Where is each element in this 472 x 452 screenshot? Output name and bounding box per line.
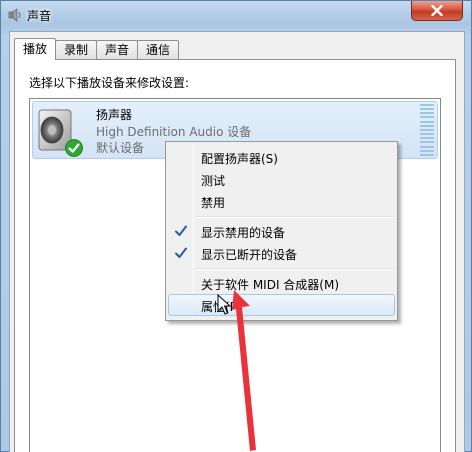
menu-item-properties[interactable]: 属性(P)	[168, 294, 395, 316]
tab-communications[interactable]: 通信	[137, 40, 180, 60]
checkmark-icon	[173, 223, 189, 239]
menu-item-show-disconnected-devices[interactable]: 显示已断开的设备	[168, 242, 395, 264]
sound-app-icon	[7, 7, 23, 23]
menu-separator	[196, 216, 394, 218]
close-icon	[431, 5, 443, 16]
menu-item-configure-speakers[interactable]: 配置扬声器(S)	[168, 146, 395, 168]
tab-sounds[interactable]: 声音	[96, 40, 139, 60]
tab-strip: 播放 录制 声音 通信	[14, 38, 180, 60]
context-menu: 配置扬声器(S) 测试 禁用 显示禁用的设备 显示已断开的设备 关于软件 MID…	[165, 141, 398, 321]
checkmark-icon	[173, 245, 189, 261]
menu-item-label: 配置扬声器(S)	[201, 152, 278, 166]
menu-item-show-disabled-devices[interactable]: 显示禁用的设备	[168, 220, 395, 242]
device-description: High Definition Audio 设备	[96, 125, 252, 139]
menu-separator	[196, 268, 394, 270]
tab-playback[interactable]: 播放	[14, 38, 57, 60]
device-name: 扬声器	[96, 108, 133, 122]
window-title: 声音	[27, 9, 52, 23]
device-status: 默认设备	[96, 141, 145, 155]
green-check-icon	[65, 139, 83, 157]
menu-item-label: 显示禁用的设备	[201, 226, 286, 240]
volume-level-meter	[420, 104, 434, 156]
menu-item-about-midi-synth[interactable]: 关于软件 MIDI 合成器(M)	[168, 272, 395, 294]
tab-recording[interactable]: 录制	[55, 40, 98, 60]
close-button[interactable]	[411, 1, 463, 21]
instruction-text: 选择以下播放设备来修改设置:	[29, 76, 190, 90]
menu-item-label: 显示已断开的设备	[201, 248, 298, 262]
menu-item-label: 禁用	[201, 196, 226, 210]
red-arrow-annotation-icon	[220, 288, 270, 452]
menu-item-disable[interactable]: 禁用	[168, 190, 395, 212]
title-bar[interactable]: 声音	[1, 1, 471, 31]
menu-item-test[interactable]: 测试	[168, 168, 395, 190]
menu-item-label: 测试	[201, 174, 226, 188]
